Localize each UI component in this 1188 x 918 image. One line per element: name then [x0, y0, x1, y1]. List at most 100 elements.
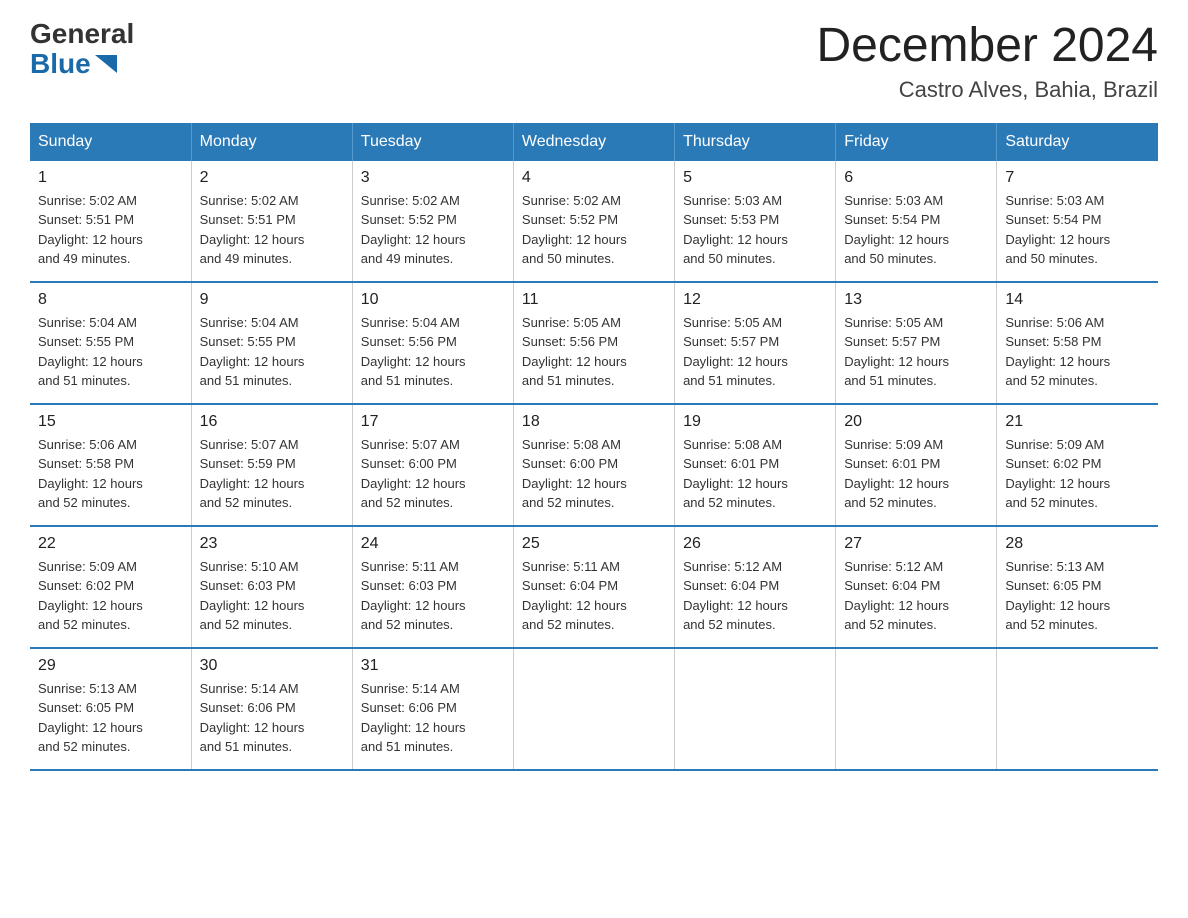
day-number: 4 [522, 169, 666, 187]
day-info: Sunrise: 5:14 AMSunset: 6:06 PMDaylight:… [200, 679, 344, 757]
calendar-cell: 8 Sunrise: 5:04 AMSunset: 5:55 PMDaylight… [30, 282, 191, 404]
day-info: Sunrise: 5:03 AMSunset: 5:54 PMDaylight:… [844, 191, 988, 269]
day-info: Sunrise: 5:06 AMSunset: 5:58 PMDaylight:… [1005, 313, 1150, 391]
calendar-cell: 6 Sunrise: 5:03 AMSunset: 5:54 PMDaylight… [836, 161, 997, 282]
day-info: Sunrise: 5:03 AMSunset: 5:54 PMDaylight:… [1005, 191, 1150, 269]
day-number: 3 [361, 169, 505, 187]
day-number: 21 [1005, 413, 1150, 431]
day-info: Sunrise: 5:11 AMSunset: 6:03 PMDaylight:… [361, 557, 505, 635]
day-info: Sunrise: 5:02 AMSunset: 5:51 PMDaylight:… [200, 191, 344, 269]
calendar-table: Sunday Monday Tuesday Wednesday Thursday… [30, 123, 1158, 771]
day-number: 11 [522, 291, 666, 309]
day-number: 19 [683, 413, 827, 431]
day-info: Sunrise: 5:02 AMSunset: 5:52 PMDaylight:… [522, 191, 666, 269]
day-info: Sunrise: 5:11 AMSunset: 6:04 PMDaylight:… [522, 557, 666, 635]
calendar-cell: 13Sunrise: 5:05 AMSunset: 5:57 PMDayligh… [836, 282, 997, 404]
logo: General Blue [30, 20, 134, 80]
logo-blue-text: Blue [30, 48, 117, 80]
logo-general-text: General [30, 20, 134, 48]
day-number: 6 [844, 169, 988, 187]
week-row-3: 15 Sunrise: 5:06 AMSunset: 5:58 PMDayligh… [30, 404, 1158, 526]
day-number: 2 [200, 169, 344, 187]
calendar-cell: 9 Sunrise: 5:04 AMSunset: 5:55 PMDaylight… [191, 282, 352, 404]
calendar-cell: 15 Sunrise: 5:06 AMSunset: 5:58 PMDayligh… [30, 404, 191, 526]
day-info: Sunrise: 5:14 AMSunset: 6:06 PMDaylight:… [361, 679, 505, 757]
calendar-cell: 11 Sunrise: 5:05 AMSunset: 5:56 PMDayligh… [513, 282, 674, 404]
header-sunday: Sunday [30, 123, 191, 161]
header-monday: Monday [191, 123, 352, 161]
day-info: Sunrise: 5:04 AMSunset: 5:55 PMDaylight:… [200, 313, 344, 391]
calendar-cell: 29 Sunrise: 5:13 AMSunset: 6:05 PMDayligh… [30, 648, 191, 770]
page-header: General Blue December 2024 Castro Alves,… [30, 20, 1158, 103]
day-number: 30 [200, 657, 344, 675]
calendar-cell: 19Sunrise: 5:08 AMSunset: 6:01 PMDayligh… [675, 404, 836, 526]
day-info: Sunrise: 5:02 AMSunset: 5:52 PMDaylight:… [361, 191, 505, 269]
day-info: Sunrise: 5:10 AMSunset: 6:03 PMDaylight:… [200, 557, 344, 635]
day-number: 25 [522, 535, 666, 553]
calendar-cell: 10Sunrise: 5:04 AMSunset: 5:56 PMDayligh… [352, 282, 513, 404]
day-number: 7 [1005, 169, 1150, 187]
calendar-cell: 25 Sunrise: 5:11 AMSunset: 6:04 PMDayligh… [513, 526, 674, 648]
day-info: Sunrise: 5:13 AMSunset: 6:05 PMDaylight:… [1005, 557, 1150, 635]
calendar-header: Sunday Monday Tuesday Wednesday Thursday… [30, 123, 1158, 161]
calendar-cell: 31Sunrise: 5:14 AMSunset: 6:06 PMDayligh… [352, 648, 513, 770]
title-area: December 2024 Castro Alves, Bahia, Brazi… [816, 20, 1158, 103]
day-number: 17 [361, 413, 505, 431]
month-title: December 2024 [816, 20, 1158, 73]
calendar-cell [513, 648, 674, 770]
day-info: Sunrise: 5:05 AMSunset: 5:57 PMDaylight:… [844, 313, 988, 391]
day-info: Sunrise: 5:05 AMSunset: 5:56 PMDaylight:… [522, 313, 666, 391]
day-number: 23 [200, 535, 344, 553]
day-number: 8 [38, 291, 183, 309]
day-number: 20 [844, 413, 988, 431]
calendar-cell: 2 Sunrise: 5:02 AMSunset: 5:51 PMDaylight… [191, 161, 352, 282]
day-info: Sunrise: 5:06 AMSunset: 5:58 PMDaylight:… [38, 435, 183, 513]
day-info: Sunrise: 5:07 AMSunset: 5:59 PMDaylight:… [200, 435, 344, 513]
day-info: Sunrise: 5:03 AMSunset: 5:53 PMDaylight:… [683, 191, 827, 269]
header-saturday: Saturday [997, 123, 1158, 161]
day-info: Sunrise: 5:13 AMSunset: 6:05 PMDaylight:… [38, 679, 183, 757]
day-number: 24 [361, 535, 505, 553]
calendar-cell: 16 Sunrise: 5:07 AMSunset: 5:59 PMDayligh… [191, 404, 352, 526]
week-row-2: 8 Sunrise: 5:04 AMSunset: 5:55 PMDaylight… [30, 282, 1158, 404]
calendar-cell: 24 Sunrise: 5:11 AMSunset: 6:03 PMDayligh… [352, 526, 513, 648]
calendar-cell: 12Sunrise: 5:05 AMSunset: 5:57 PMDayligh… [675, 282, 836, 404]
day-info: Sunrise: 5:12 AMSunset: 6:04 PMDaylight:… [844, 557, 988, 635]
day-info: Sunrise: 5:12 AMSunset: 6:04 PMDaylight:… [683, 557, 827, 635]
day-info: Sunrise: 5:07 AMSunset: 6:00 PMDaylight:… [361, 435, 505, 513]
calendar-cell: 7 Sunrise: 5:03 AMSunset: 5:54 PMDaylight… [997, 161, 1158, 282]
calendar-cell: 1Sunrise: 5:02 AMSunset: 5:51 PMDaylight… [30, 161, 191, 282]
header-tuesday: Tuesday [352, 123, 513, 161]
day-info: Sunrise: 5:04 AMSunset: 5:55 PMDaylight:… [38, 313, 183, 391]
day-number: 9 [200, 291, 344, 309]
calendar-cell: 26 Sunrise: 5:12 AMSunset: 6:04 PMDayligh… [675, 526, 836, 648]
day-info: Sunrise: 5:09 AMSunset: 6:01 PMDaylight:… [844, 435, 988, 513]
calendar-cell: 4 Sunrise: 5:02 AMSunset: 5:52 PMDaylight… [513, 161, 674, 282]
calendar-cell: 5Sunrise: 5:03 AMSunset: 5:53 PMDaylight… [675, 161, 836, 282]
day-number: 28 [1005, 535, 1150, 553]
day-number: 26 [683, 535, 827, 553]
day-info: Sunrise: 5:09 AMSunset: 6:02 PMDaylight:… [38, 557, 183, 635]
day-info: Sunrise: 5:09 AMSunset: 6:02 PMDaylight:… [1005, 435, 1150, 513]
day-number: 15 [38, 413, 183, 431]
calendar-cell [997, 648, 1158, 770]
calendar-cell: 17 Sunrise: 5:07 AMSunset: 6:00 PMDayligh… [352, 404, 513, 526]
day-number: 18 [522, 413, 666, 431]
calendar-cell [675, 648, 836, 770]
day-number: 27 [844, 535, 988, 553]
calendar-cell: 14 Sunrise: 5:06 AMSunset: 5:58 PMDayligh… [997, 282, 1158, 404]
day-info: Sunrise: 5:08 AMSunset: 6:00 PMDaylight:… [522, 435, 666, 513]
header-wednesday: Wednesday [513, 123, 674, 161]
calendar-body: 1Sunrise: 5:02 AMSunset: 5:51 PMDaylight… [30, 161, 1158, 770]
calendar-cell: 28 Sunrise: 5:13 AMSunset: 6:05 PMDayligh… [997, 526, 1158, 648]
day-number: 22 [38, 535, 183, 553]
week-row-4: 22 Sunrise: 5:09 AMSunset: 6:02 PMDayligh… [30, 526, 1158, 648]
day-number: 16 [200, 413, 344, 431]
day-info: Sunrise: 5:02 AMSunset: 5:51 PMDaylight:… [38, 191, 183, 269]
calendar-cell: 20 Sunrise: 5:09 AMSunset: 6:01 PMDayligh… [836, 404, 997, 526]
day-number: 29 [38, 657, 183, 675]
calendar-cell: 18 Sunrise: 5:08 AMSunset: 6:00 PMDayligh… [513, 404, 674, 526]
day-number: 14 [1005, 291, 1150, 309]
calendar-cell: 21 Sunrise: 5:09 AMSunset: 6:02 PMDayligh… [997, 404, 1158, 526]
day-info: Sunrise: 5:04 AMSunset: 5:56 PMDaylight:… [361, 313, 505, 391]
